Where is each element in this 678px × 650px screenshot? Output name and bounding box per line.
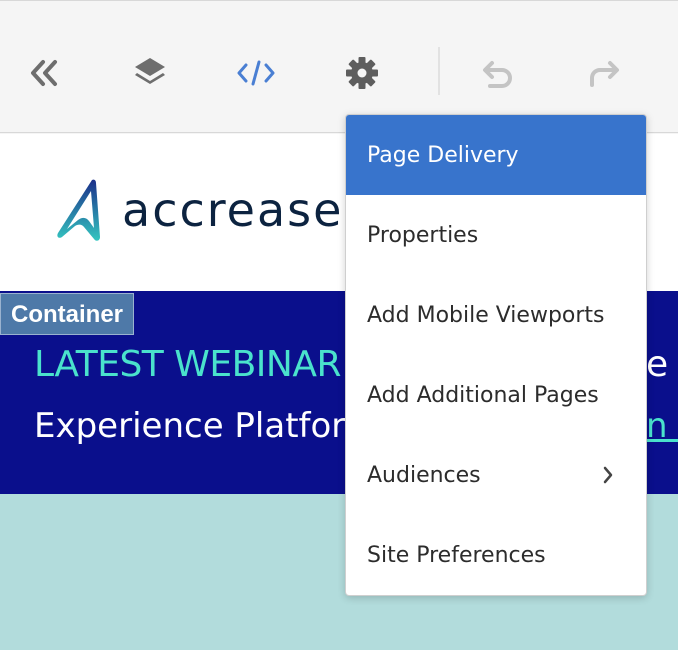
menu-item-add-mobile-viewports[interactable]: Add Mobile Viewports — [346, 275, 646, 355]
menu-item-label: Add Mobile Viewports — [367, 302, 605, 328]
settings-dropdown-menu: Page Delivery Properties Add Mobile View… — [345, 114, 647, 596]
layers-icon[interactable] — [130, 53, 170, 93]
menu-item-add-additional-pages[interactable]: Add Additional Pages — [346, 355, 646, 435]
redo-icon[interactable] — [584, 53, 624, 93]
menu-item-properties[interactable]: Properties — [346, 195, 646, 275]
banner-subtitle: Experience Platform — [34, 406, 378, 446]
banner-title-tail: e ( — [646, 344, 678, 385]
menu-item-label: Add Additional Pages — [367, 382, 599, 408]
container-component-label[interactable]: Container — [0, 293, 135, 335]
menu-item-label: Audiences — [367, 462, 481, 488]
brand-logo[interactable]: accrease — [54, 178, 343, 242]
menu-item-page-delivery[interactable]: Page Delivery — [346, 115, 646, 195]
logo-wordmark: accrease — [122, 183, 344, 237]
menu-item-label: Page Delivery — [367, 142, 519, 168]
menu-item-label: Site Preferences — [367, 542, 546, 568]
menu-item-site-preferences[interactable]: Site Preferences — [346, 515, 646, 595]
banner-link-tail[interactable]: n > — [646, 406, 678, 446]
menu-item-label: Properties — [367, 222, 479, 248]
toolbar-divider — [438, 47, 440, 95]
banner-title: LATEST WEBINAR — [34, 344, 341, 385]
menu-item-audiences[interactable]: Audiences — [346, 435, 646, 515]
gear-icon[interactable] — [342, 53, 382, 93]
logo-arrow-icon — [57, 179, 100, 241]
collapse-double-chevron-icon[interactable] — [24, 53, 64, 93]
undo-icon[interactable] — [478, 53, 518, 93]
chevron-right-icon — [603, 466, 613, 484]
code-icon[interactable] — [236, 53, 276, 93]
